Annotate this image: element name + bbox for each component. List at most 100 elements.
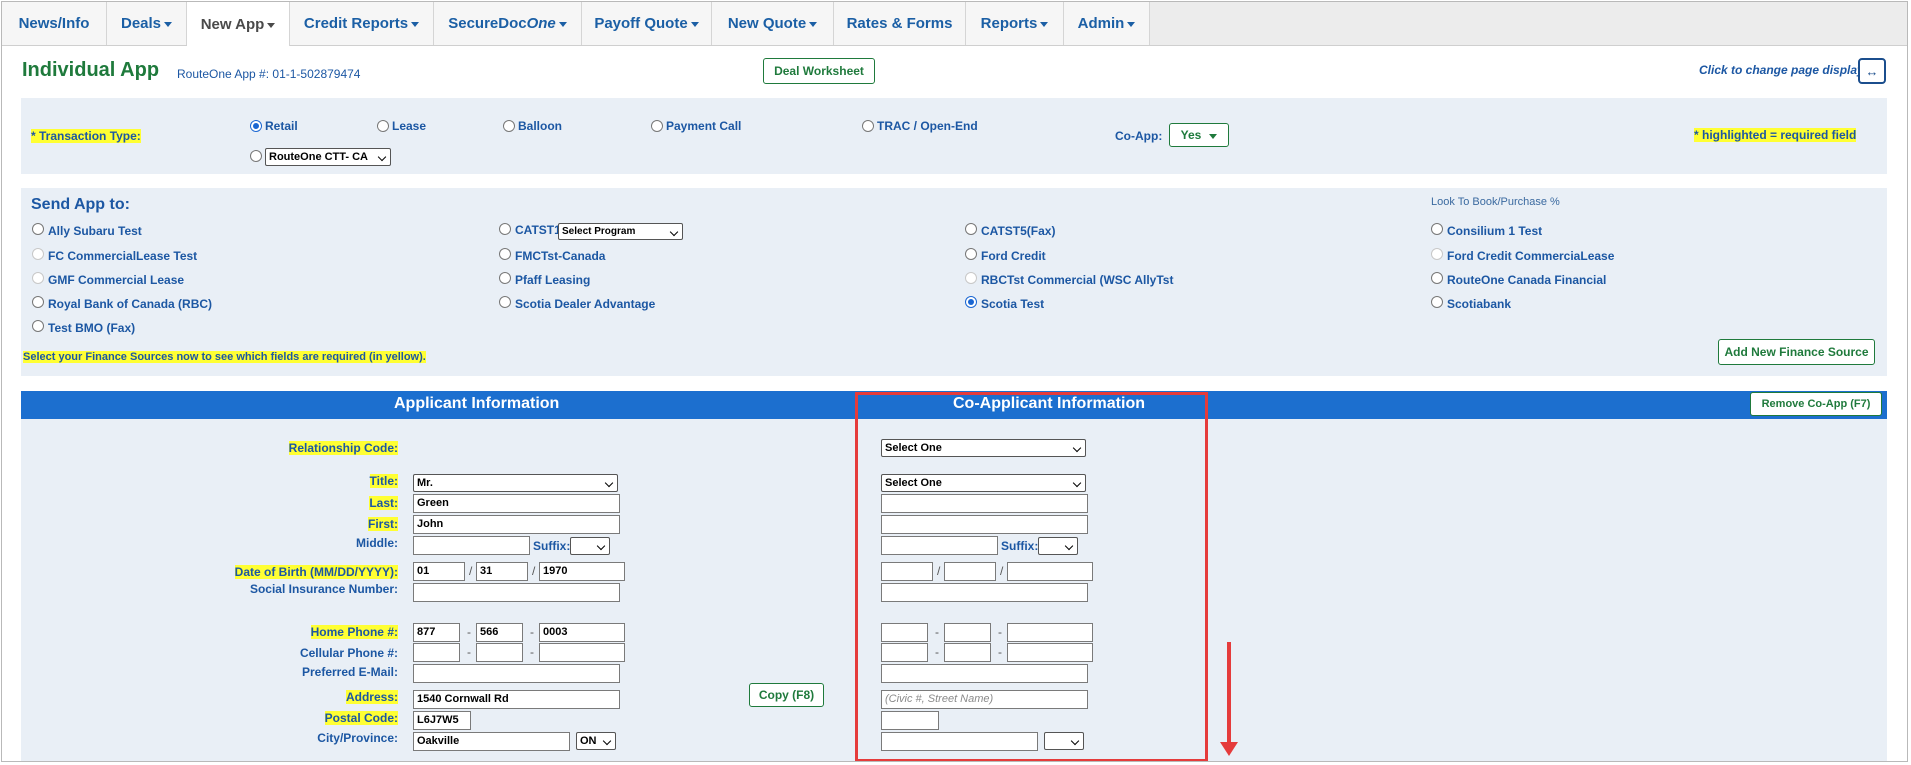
trac-open-end-label: TRAC / Open-End (877, 119, 978, 133)
applicant-postal-input[interactable]: L6J7W5 (413, 711, 471, 730)
applicant-first-input[interactable]: John (413, 515, 620, 534)
applicant-cell-phone-area[interactable] (413, 643, 460, 662)
tab-payoff-quote[interactable]: Payoff Quote (582, 2, 712, 45)
look-to-book-label: Look To Book/Purchase % (1431, 196, 1560, 208)
expand-toggle-icon[interactable]: ↔ (1858, 58, 1886, 84)
first-name-label: First: (368, 517, 398, 531)
radio-finance-source[interactable] (965, 248, 977, 260)
phone-dash: - (530, 625, 534, 639)
address-text: Address: (345, 690, 398, 704)
send-app-title: Send App to: (31, 196, 130, 213)
applicant-home-phone-line[interactable]: 0003 (539, 623, 625, 642)
dob-slash: / (532, 564, 536, 578)
applicant-email-input[interactable] (413, 664, 620, 683)
transaction-panel: * Transaction Type: Retail Lease Balloon… (21, 98, 1887, 174)
finance-source-label: Consilium 1 Test (1447, 224, 1543, 238)
radio-finance-source[interactable] (32, 248, 44, 260)
lease-label: Lease (392, 119, 427, 133)
deal-worksheet-button[interactable]: Deal Worksheet (763, 58, 875, 84)
applicant-suffix-select[interactable] (570, 537, 610, 555)
applicant-last-input[interactable]: Green (413, 494, 620, 513)
radio-finance-source[interactable] (499, 223, 511, 235)
radio-finance-source[interactable] (965, 272, 977, 284)
app-number: RouteOne App #: 01-1-502879474 (177, 67, 361, 81)
finance-instructions: Select your Finance Sources now to see w… (23, 351, 426, 363)
tab-rates-forms[interactable]: Rates & Forms (834, 2, 966, 45)
tab-new-app[interactable]: New App (187, 2, 290, 46)
retail-label: Retail (265, 119, 298, 133)
applicant-dob-month[interactable]: 01 (413, 562, 465, 581)
city-province-label: City/Province: (317, 731, 398, 745)
applicant-cell-phone-line[interactable] (539, 643, 625, 662)
tab-securedoc-one[interactable]: SecureDoc One (434, 2, 582, 45)
applicant-title-select[interactable]: Mr. (413, 474, 618, 492)
applicant-cell-phone-prefix[interactable] (476, 643, 523, 662)
tab-admin[interactable]: Admin (1064, 2, 1150, 45)
radio-balloon[interactable] (503, 120, 515, 132)
add-finance-source-button[interactable]: Add New Finance Source (1718, 339, 1875, 365)
middle-name-label: Middle: (356, 536, 398, 550)
radio-finance-source[interactable] (499, 248, 511, 260)
finance-source-label: Test BMO (Fax) (48, 321, 136, 335)
applicant-info-title: Applicant Information (394, 395, 560, 412)
sin-label: Social Insurance Number: (249, 582, 398, 596)
applicant-middle-input[interactable] (413, 536, 530, 555)
tab-label-italic: One (526, 15, 556, 32)
radio-finance-source[interactable] (32, 272, 44, 284)
finance-source-label: Ally Subaru Test (48, 224, 142, 238)
chevron-down-icon (1040, 22, 1049, 27)
tab-credit-reports[interactable]: Credit Reports (290, 2, 434, 45)
catst1-program-select[interactable]: Select Program (558, 223, 683, 240)
radio-finance-source[interactable] (965, 223, 977, 235)
remove-coapp-button[interactable]: Remove Co-App (F7) (1750, 392, 1882, 416)
radio-finance-source[interactable] (1431, 223, 1443, 235)
radio-finance-source[interactable] (1431, 272, 1443, 284)
tab-reports[interactable]: Reports (966, 2, 1064, 45)
chevron-down-icon (164, 22, 173, 27)
chevron-down-icon (690, 22, 699, 27)
app-window: News/Info Deals New App Credit Reports S… (1, 1, 1908, 762)
routeone-select[interactable]: RouteOne CTT- CA (265, 148, 391, 166)
applicant-home-phone-prefix[interactable]: 566 (476, 623, 523, 642)
applicant-dob-day[interactable]: 31 (476, 562, 528, 581)
radio-retail[interactable] (250, 120, 262, 132)
finance-source-label: Pfaff Leasing (515, 273, 591, 287)
annotation-arrow-down-icon (1220, 742, 1238, 756)
finance-source-label: FC CommercialLease Test (48, 249, 198, 263)
tab-deals[interactable]: Deals (107, 2, 187, 45)
transaction-type-label: * Transaction Type: (31, 129, 141, 143)
applicant-sin-input[interactable] (413, 583, 620, 602)
change-display-link[interactable]: Click to change page display (1699, 63, 1864, 77)
copy-button[interactable]: Copy (F8) (749, 683, 824, 707)
radio-finance-source[interactable] (32, 223, 44, 235)
chevron-down-icon (267, 22, 276, 28)
radio-finance-source[interactable] (32, 320, 44, 332)
chevron-down-icon (1209, 133, 1218, 139)
applicant-home-phone-area[interactable]: 877 (413, 623, 460, 642)
finance-source-label: RBCTst Commercial (WSC AllyTst (981, 273, 1174, 287)
radio-routeone[interactable] (250, 150, 262, 162)
radio-lease[interactable] (377, 120, 389, 132)
phone-dash: - (530, 645, 534, 659)
radio-payment-call[interactable] (651, 120, 663, 132)
coapp-value: Yes (1180, 128, 1202, 142)
tab-new-quote[interactable]: New Quote (712, 2, 834, 45)
radio-finance-source[interactable] (32, 296, 44, 308)
applicant-address-input[interactable]: 1540 Cornwall Rd (413, 690, 620, 709)
radio-finance-source[interactable] (1431, 296, 1443, 308)
radio-finance-source[interactable] (499, 296, 511, 308)
radio-finance-source-selected[interactable] (965, 296, 977, 308)
tab-news-info[interactable]: News/Info (2, 2, 107, 45)
tab-label: New Quote (727, 15, 807, 32)
radio-trac-open-end[interactable] (862, 120, 874, 132)
radio-finance-source[interactable] (1431, 248, 1443, 260)
applicant-dob-year[interactable]: 1970 (539, 562, 625, 581)
email-label: Preferred E-Mail: (301, 665, 398, 679)
coapp-dropdown[interactable]: Yes (1169, 123, 1229, 147)
applicant-province-select[interactable]: ON (576, 732, 616, 750)
finance-source-label: Scotia Test (981, 297, 1045, 311)
required-note: * highlighted = required field (1694, 128, 1857, 142)
home-phone-text: Home Phone #: (310, 625, 398, 639)
applicant-city-input[interactable]: Oakville (413, 732, 570, 751)
radio-finance-source[interactable] (499, 272, 511, 284)
